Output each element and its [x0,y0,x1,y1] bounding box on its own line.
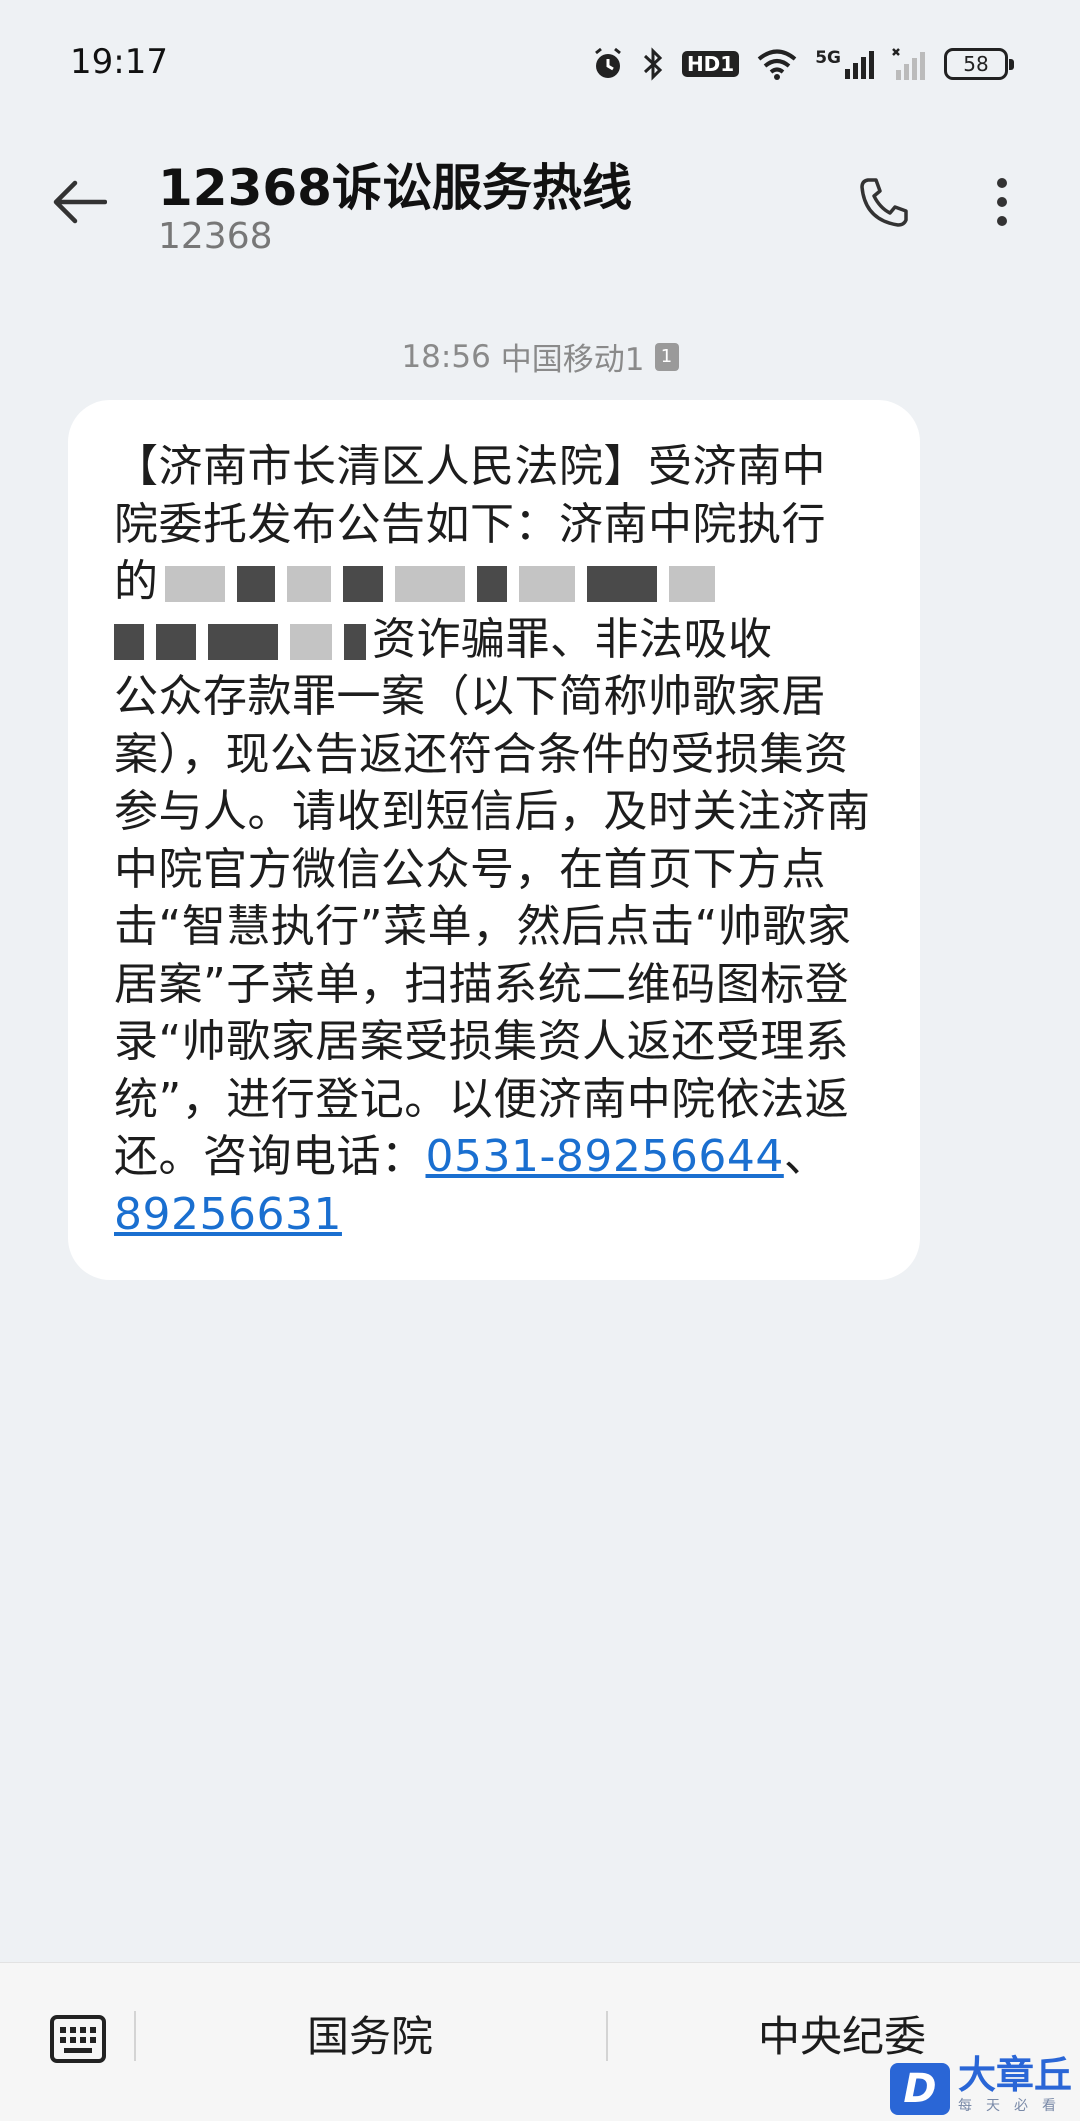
phone-link-2[interactable]: 89256631 [114,1189,342,1240]
more-vertical-icon [997,178,1007,226]
keyboard-button[interactable] [50,2015,106,2065]
separator: 、 [783,1131,829,1182]
status-time: 19:17 [70,42,168,82]
message-bubble[interactable]: 【济南市长清区人民法院】受济南中 院委托发布公告如下：济南中院执行 的 资诈骗罪… [68,400,920,1280]
redacted-block [518,566,575,602]
message-line: 院委托发布公告如下：济南中院执行 [114,498,826,550]
watermark-name: 大章丘 [957,2053,1072,2097]
message-line: 资诈骗罪、非法吸收 [372,613,773,665]
quick-reply-bar: 国务院 中央纪委 D 大章丘 每天必看 [0,1962,1080,2121]
redacted-block [586,566,657,602]
redacted-block [344,623,366,660]
wifi-icon [757,48,797,80]
redacted-block [290,623,332,660]
watermark-logo: D [889,2063,950,2115]
message-time: 18:56 [401,338,491,375]
redacted-block [476,566,507,602]
conversation-header: 12368诉讼服务热线 12368 [0,130,1080,280]
carrier-label: 中国移动1 [500,342,645,378]
back-arrow-icon [53,180,107,224]
redacted-block [156,623,196,660]
more-options-button[interactable] [970,170,1034,234]
divider [134,2011,136,2061]
call-button[interactable] [852,170,916,234]
message-line: 【济南市长清区人民法院】受济南中 [114,441,826,492]
battery-icon: 58 [944,48,1014,80]
status-icons: HD1 5G 58 [592,44,1014,84]
redacted-block [668,566,715,602]
back-button[interactable] [48,170,112,234]
bluetooth-icon [642,47,664,81]
phone-icon [860,178,908,227]
contact-name: 12368诉讼服务热线 [158,159,632,217]
redacted-block [236,566,275,602]
status-bar: 19:17 HD1 5G 58 [0,0,1080,120]
sim-card-icon: 1 [654,342,679,371]
watermark-slogan: 每天必看 [957,2098,1070,2114]
contact-number: 12368 [158,216,273,257]
hd-voice-icon: HD1 [681,51,740,77]
message-line: 的 [114,556,159,607]
watermark: D 大章丘 每天必看 [889,2053,1072,2115]
redacted-block [286,566,331,602]
phone-link-1[interactable]: 0531-89256644 [426,1131,784,1182]
redacted-block [164,566,225,602]
redacted-block [208,623,278,660]
divider [606,2011,608,2061]
signal-weak-icon [892,48,926,80]
message-timestamp: 18:56 中国移动1 1 [0,334,1080,379]
redacted-block [342,566,383,602]
redacted-block [114,623,144,660]
alarm-icon [592,47,624,81]
redacted-block [394,566,465,602]
signal-5g-icon: 5G [815,49,874,79]
keyboard-icon [50,2015,106,2063]
quick-reply-button[interactable]: 国务院 [140,2005,600,2069]
message-body: 【济南市长清区人民法院】受济南中 院委托发布公告如下：济南中院执行 的 资诈骗罪… [114,438,876,1243]
message-text: 公众存款罪一案（以下简称帅歌家居案），现公告返还符合条件的受损集资参与人。请收到… [114,671,871,1182]
